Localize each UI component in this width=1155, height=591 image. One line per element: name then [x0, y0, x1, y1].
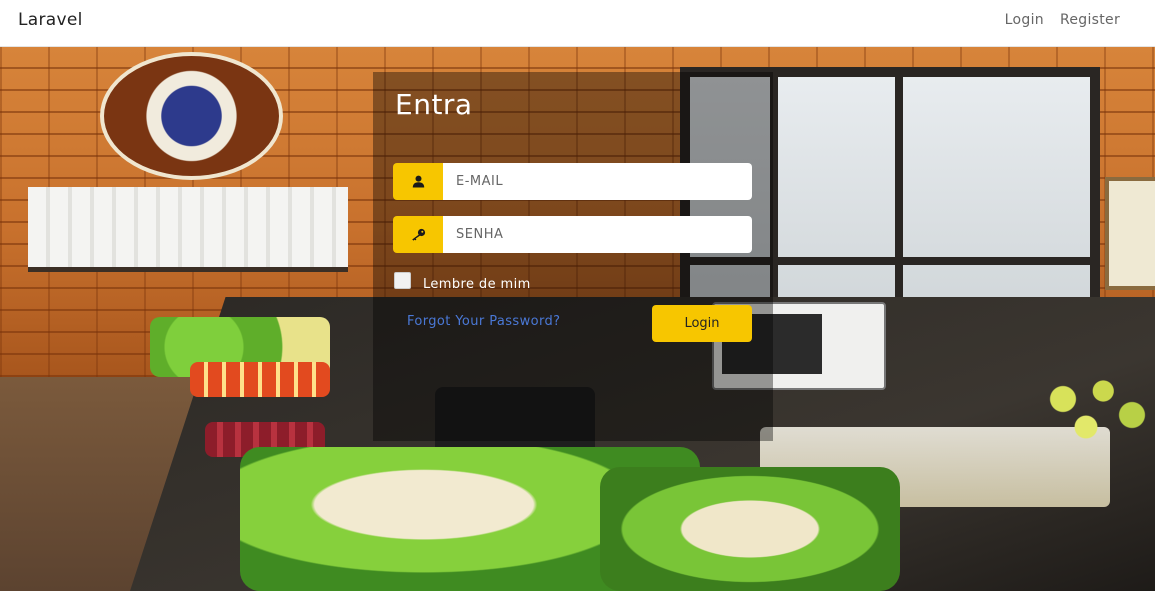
nav-links: Login Register: [1005, 12, 1120, 28]
remember-checkbox[interactable]: [394, 272, 411, 289]
user-icon: [393, 163, 443, 200]
nav-login-link[interactable]: Login: [1005, 12, 1044, 28]
forgot-password-link[interactable]: Forgot Your Password?: [407, 314, 560, 329]
login-title: Entra: [395, 88, 473, 121]
remember-me: Lembre de mim: [394, 269, 531, 292]
tomato-tray: [190, 362, 330, 397]
salad-platter: [600, 467, 900, 591]
password-field-group: [393, 216, 752, 253]
login-button[interactable]: Login: [652, 305, 752, 342]
brand-logo-text[interactable]: Laravel: [18, 10, 83, 30]
login-panel: Entra Lembre de mim Forgot Your Password…: [373, 72, 773, 441]
wall-frame: [1105, 177, 1155, 290]
password-input[interactable]: [443, 216, 752, 253]
email-input[interactable]: [443, 163, 752, 200]
key-icon: [393, 216, 443, 253]
restaurant-seal: [100, 52, 283, 180]
fruit-bowl: [1040, 367, 1155, 447]
curtain: [28, 187, 348, 272]
remember-label: Lembre de mim: [423, 277, 531, 292]
top-navbar: Laravel Login Register: [0, 0, 1155, 47]
email-field-group: [393, 163, 752, 200]
nav-register-link[interactable]: Register: [1060, 12, 1120, 28]
